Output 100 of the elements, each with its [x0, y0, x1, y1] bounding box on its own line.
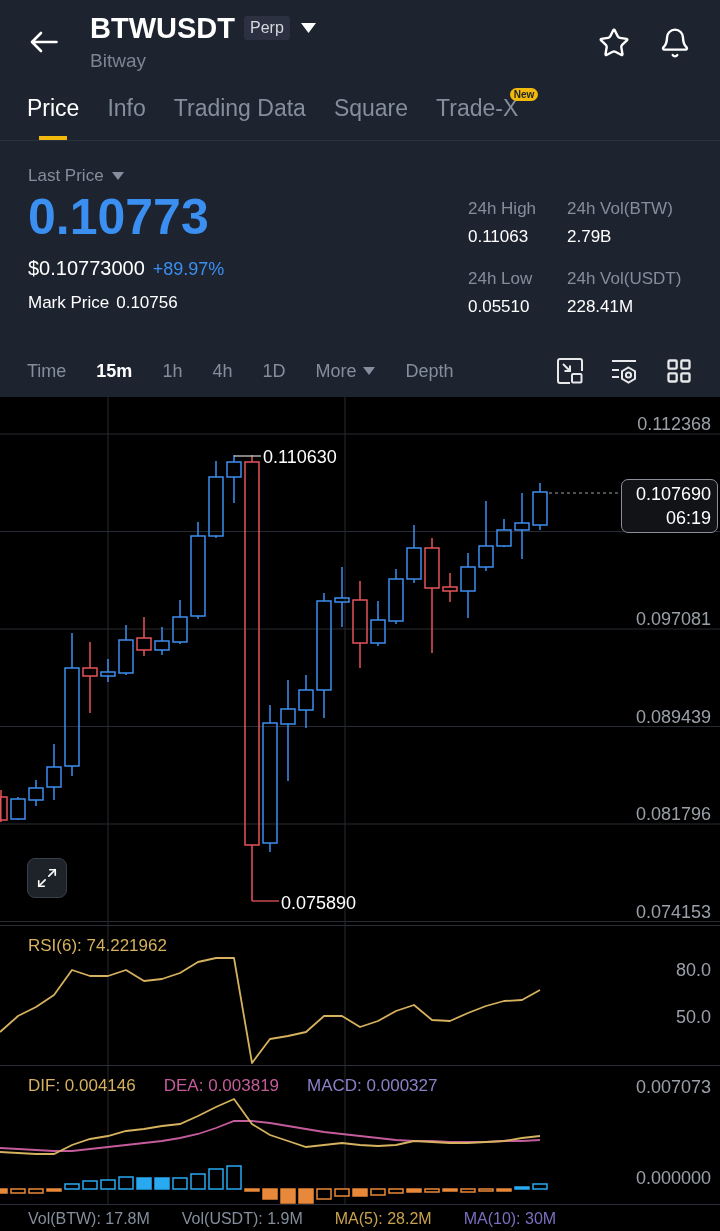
volume-stat: Vol(BTW): 17.8M: [28, 1209, 150, 1229]
volume-stat: MA(10): 30M: [463, 1209, 557, 1229]
macd-histogram-bar: [0, 1188, 8, 1194]
tab[interactable]: Trading Data: [173, 88, 306, 140]
grid-icon[interactable]: [665, 356, 693, 385]
candlestick: [442, 572, 458, 603]
candlestick: [460, 552, 476, 619]
contract-badge: Perp: [244, 16, 290, 40]
high-price-label: 0.110630: [263, 447, 337, 467]
macd-histogram-bar: [298, 1188, 314, 1204]
macd-histogram-bar: [514, 1186, 530, 1190]
macd-histogram-bar: [226, 1165, 242, 1190]
candlestick: [334, 566, 350, 628]
stat-value: 0.05510: [468, 296, 531, 318]
lines-hexagon-icon[interactable]: [611, 357, 637, 384]
back-arrow-icon[interactable]: [30, 31, 58, 53]
candlestick: [28, 779, 44, 807]
macd-axis-label: 0.007073: [635, 1077, 711, 1097]
macd-histogram-bar: [28, 1188, 44, 1194]
candlestick: [496, 518, 512, 548]
price-axis-label: 0.112368: [637, 414, 711, 434]
stat-value: 2.79B: [567, 226, 613, 248]
caret-icon[interactable]: [300, 23, 316, 33]
stat-value: 228.41M: [567, 296, 635, 318]
macd-histogram-bar: [496, 1188, 512, 1192]
mark-price-label: Mark Price: [28, 292, 110, 314]
candlestick: [226, 454, 242, 504]
interval-tab[interactable]: 15m: [96, 358, 133, 383]
macd-histogram-bar: [10, 1188, 26, 1194]
expand-button[interactable]: [27, 858, 67, 898]
price-type-dropdown[interactable]: Last Price: [28, 166, 225, 186]
new-badge: New: [509, 88, 539, 101]
low-price-label: 0.075890: [281, 893, 357, 913]
usd-price: $0.10773000: [28, 256, 145, 280]
macd-histogram-bar: [118, 1176, 134, 1190]
price-axis-label: 0.097081: [635, 609, 711, 629]
mark-price-value: 0.10756: [116, 292, 178, 314]
interval-tab[interactable]: More: [315, 358, 376, 383]
price-axis-label: 0.074153: [635, 901, 711, 922]
high-leader-line: [233, 455, 262, 457]
candlestick: [532, 482, 548, 531]
tab[interactable]: Price: [27, 88, 80, 140]
rsi-axis-label: 50.0: [675, 1007, 711, 1027]
star-icon[interactable]: [598, 27, 630, 59]
candlestick: [118, 624, 134, 676]
candlestick: [298, 674, 314, 729]
macd-histogram-bar: [154, 1177, 170, 1190]
tab[interactable]: Info: [107, 88, 146, 140]
candlestick: [154, 626, 170, 656]
countdown-label: 06:19: [665, 507, 711, 530]
candlestick: [388, 568, 404, 625]
macd-histogram-bar: [478, 1188, 494, 1192]
current-price-line: [548, 492, 620, 494]
bell-icon[interactable]: [659, 27, 691, 59]
stat-label: 24h Vol(USDT): [567, 268, 683, 290]
interval-tab[interactable]: 1D: [262, 358, 286, 383]
volume-stat: Vol(USDT): 1.9M: [181, 1209, 303, 1229]
interval-tab[interactable]: Depth: [405, 358, 454, 383]
candlestick: [370, 600, 386, 647]
macd-legend: MACD: 0.000327: [307, 1075, 438, 1097]
candlestick: [406, 524, 422, 584]
macd-legend: DIF: 0.004146: [28, 1075, 136, 1097]
macd-histogram-bar: [172, 1177, 188, 1190]
candlestick: [172, 599, 188, 645]
low-leader-line: [251, 900, 280, 902]
tab[interactable]: Square: [333, 88, 409, 140]
macd-histogram-bar: [406, 1188, 422, 1193]
macd-histogram-bar: [442, 1188, 458, 1192]
stat-label: 24h High: [468, 198, 538, 220]
macd-histogram-bar: [388, 1188, 404, 1194]
macd-histogram-bar: [532, 1183, 548, 1190]
macd-legend: DEA: 0.003819: [163, 1075, 280, 1097]
candlestick: [46, 743, 62, 801]
macd-histogram-bar: [208, 1168, 224, 1190]
last-price: 0.10773: [28, 189, 210, 245]
macd-histogram-bar: [262, 1188, 278, 1200]
macd-histogram-bar: [424, 1188, 440, 1193]
resize-window-icon[interactable]: [557, 357, 583, 384]
macd-histogram-bar: [460, 1188, 476, 1193]
macd-histogram-bar: [190, 1173, 206, 1190]
candlestick: [10, 796, 26, 821]
macd-axis-label: 0.000000: [635, 1168, 711, 1188]
rsi-axis-label: 80.0: [675, 960, 711, 980]
rsi-legend: RSI(6): 74.221962: [28, 935, 167, 957]
interval-tab[interactable]: Time: [27, 358, 67, 383]
interval-tab[interactable]: 1h: [162, 358, 183, 383]
candlestick: [514, 492, 530, 560]
macd-histogram-bar: [316, 1188, 332, 1200]
macd-histogram-bar: [280, 1188, 296, 1204]
expand-icon: [36, 867, 58, 889]
caret-icon: [111, 172, 124, 180]
volume-stat: MA(5): 28.2M: [334, 1209, 432, 1229]
current-price-label: 0.107690: [635, 483, 711, 506]
macd-histogram-bar: [334, 1188, 350, 1197]
macd-histogram-bar: [244, 1188, 260, 1192]
macd-histogram-bar: [136, 1177, 152, 1190]
stat-label: 24h Vol(BTW): [567, 198, 674, 220]
interval-tab[interactable]: 4h: [212, 358, 233, 383]
price-axis-label: 0.089439: [635, 706, 711, 727]
candlestick: [478, 500, 494, 572]
